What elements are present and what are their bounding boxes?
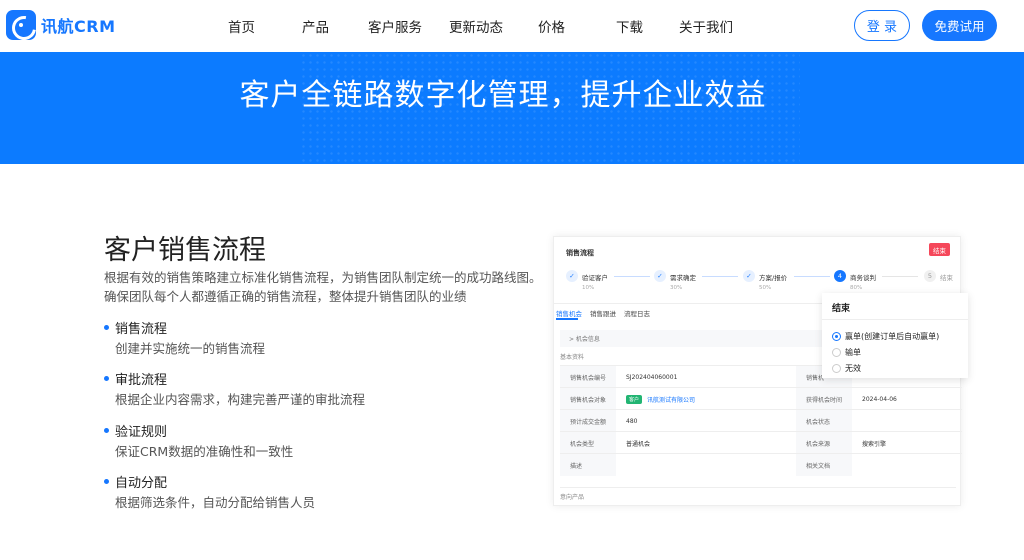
check-icon: ✓	[566, 270, 578, 282]
feature-title: 审批流程	[115, 373, 168, 388]
field-value: 480	[626, 417, 638, 425]
site-header: 讯航CRM 首页 产品 客户服务 更新动态 价格 下载 关于我们 登 录 免费试…	[0, 0, 1024, 52]
check-icon: ✓	[654, 270, 666, 282]
radio-win: 赢单(创建订单后自动赢单)	[832, 331, 939, 342]
radio-label: 输单	[845, 348, 861, 357]
nav-product[interactable]: 产品	[302, 16, 329, 36]
section-label: 基本资料	[560, 354, 585, 361]
logo-text: 讯航CRM	[41, 17, 116, 36]
tab-sales-followup: 销售跟进	[590, 310, 616, 318]
table-row: 预计成交金额 480 机会状态	[560, 409, 962, 432]
step-number-icon: 4	[834, 270, 846, 282]
login-button[interactable]: 登 录	[854, 10, 910, 41]
feature-title: 销售流程	[115, 322, 168, 337]
table-row: 销售机会对象 客户 讯航测试有限公司 获得机会时间 2024-04-06	[560, 387, 962, 410]
step-connector	[882, 276, 918, 277]
popup-divider	[822, 319, 968, 320]
feature-title: 自动分配	[115, 476, 168, 491]
tabs-divider	[554, 303, 824, 304]
banner-title: 客户全链路数字化管理，提升企业效益	[239, 78, 767, 113]
field-label: 销售机会对象	[560, 388, 616, 410]
logo[interactable]: 讯航CRM	[6, 10, 116, 40]
step-percent: 30%	[670, 285, 683, 291]
radio-invalid: 无效	[832, 363, 861, 374]
field-label: 描述	[560, 454, 616, 476]
field-value: 搜索引擎	[862, 440, 887, 448]
nav-updates[interactable]: 更新动态	[449, 16, 503, 36]
field-label: 销售机会编号	[560, 366, 616, 388]
field-label: 机会状态	[796, 410, 852, 432]
feature-description: 保证CRM数据的准确性和一致性	[115, 444, 294, 459]
tab-process-log: 流程日志	[624, 310, 650, 318]
step-percent: 10%	[582, 285, 595, 291]
feature-title: 验证规则	[115, 425, 168, 440]
bullet-dot	[104, 428, 109, 433]
mockup-title: 销售流程	[566, 249, 594, 257]
step-percent: 80%	[850, 285, 863, 291]
field-value: 普通机会	[626, 440, 651, 448]
section-description: 根据有效的销售策略建立标准化销售流程，为销售团队制定统一的成功路线图。确保团队每…	[104, 270, 542, 304]
field-value: 2024-04-06	[862, 395, 897, 403]
step-connector	[614, 276, 650, 277]
customer-tag: 客户	[626, 394, 643, 404]
step-label: 需求确定	[670, 274, 696, 282]
bullet-dot	[104, 376, 109, 381]
step-connector	[794, 276, 830, 277]
mockup-end-button: 结束	[929, 243, 950, 256]
tab-sales-opportunity: 销售机会	[556, 310, 582, 318]
table-row: 描述 相关文档	[560, 453, 962, 476]
radio-label: 无效	[845, 364, 861, 373]
bullet-dot	[104, 325, 109, 330]
radio-checked-icon	[832, 332, 841, 341]
step-label: 商务谈判	[850, 274, 876, 282]
step-label: 方案/报价	[759, 274, 788, 282]
subheader-text: > 机会信息	[569, 336, 600, 343]
nav-customer-service[interactable]: 客户服务	[368, 16, 422, 36]
feature-description: 根据企业内容需求，构建完善严谨的审批流程	[115, 392, 366, 407]
step-number-icon: 5	[924, 270, 936, 282]
step-connector	[702, 276, 738, 277]
field-value: SJ202404060001	[626, 373, 678, 381]
popup-title: 结束	[832, 304, 851, 314]
footer-divider	[560, 487, 956, 488]
radio-lose: 输单	[832, 347, 861, 358]
end-status-popup: 结束 赢单(创建订单后自动赢单) 输单 无效	[822, 293, 968, 378]
check-icon: ✓	[743, 270, 755, 282]
nav-download[interactable]: 下载	[616, 16, 643, 36]
logo-icon	[6, 10, 36, 40]
nav-home[interactable]: 首页	[228, 16, 255, 36]
step-percent: 50%	[759, 285, 772, 291]
table-row: 机会类型 普通机会 机会来源 搜索引擎	[560, 431, 962, 454]
active-tab-indicator	[556, 318, 578, 320]
feature-description: 根据筛选条件，自动分配给销售人员	[115, 495, 316, 510]
radio-icon	[832, 364, 841, 373]
hero-banner: 客户全链路数字化管理，提升企业效益	[0, 52, 1024, 164]
radio-icon	[832, 348, 841, 357]
footer-label: 意向产品	[560, 494, 585, 501]
field-label: 相关文档	[796, 454, 852, 476]
field-value: 客户 讯航测试有限公司	[626, 388, 695, 410]
field-label: 获得机会时间	[796, 388, 852, 410]
step-label: 结束	[940, 274, 953, 282]
free-trial-button[interactable]: 免费试用	[922, 10, 997, 41]
company-link: 讯航测试有限公司	[647, 396, 696, 404]
radio-label: 赢单(创建订单后自动赢单)	[845, 332, 940, 341]
bullet-dot	[104, 479, 109, 484]
field-label: 机会类型	[560, 432, 616, 454]
feature-description: 创建并实施统一的销售流程	[115, 341, 266, 356]
nav-about[interactable]: 关于我们	[679, 16, 733, 36]
step-label: 验证客户	[582, 274, 608, 282]
nav-pricing[interactable]: 价格	[538, 16, 565, 36]
section-title: 客户销售流程	[104, 235, 266, 266]
field-label: 机会来源	[796, 432, 852, 454]
field-label: 预计成交金额	[560, 410, 616, 432]
